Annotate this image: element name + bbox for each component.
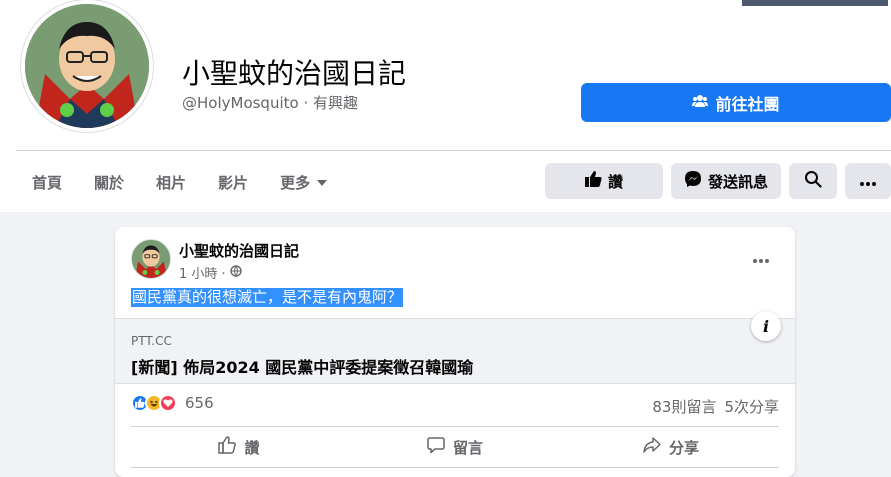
share-icon — [643, 436, 661, 458]
comment-count[interactable]: 83則留言 — [652, 396, 716, 417]
post-share-label: 分享 — [668, 438, 699, 457]
post-author-name[interactable]: 小聖蚊的治國日記 — [179, 240, 299, 261]
page-header: 小聖蚊的治國日記 @HolyMosquito · 有興趣 前往社團 首頁 關於 … — [0, 0, 891, 212]
thumbs-up-outline-icon — [218, 436, 237, 458]
globe-icon — [229, 264, 242, 281]
page-avatar[interactable] — [21, 0, 153, 132]
reaction-summary[interactable]: 656 — [131, 394, 214, 412]
link-preview[interactable]: i PTT.CC [新聞] 佈局2024 國民黨中評委提案徵召韓國瑜 — [115, 311, 795, 384]
tab-photos-label: 相片 — [156, 173, 187, 192]
actions-divider-top — [131, 426, 779, 427]
post-options-button[interactable] — [747, 243, 775, 271]
post-comment-button[interactable]: 留言 — [347, 428, 563, 466]
go-to-group-label: 前往社團 — [715, 94, 780, 114]
page-category: · 有興趣 — [303, 94, 359, 112]
like-page-label: 讚 — [607, 172, 623, 191]
share-count[interactable]: 5次分享 — [724, 396, 779, 417]
header-divider — [16, 150, 891, 151]
info-icon[interactable]: i — [751, 311, 781, 341]
tab-videos-label: 影片 — [218, 173, 249, 192]
post-actions: 讚 留言 分享 — [131, 428, 779, 466]
group-icon — [692, 93, 709, 112]
feed-post: 小聖蚊的治國日記 1 小時 · 國民黨真的很想滅亡，是不是有內鬼阿？ i PTT… — [115, 227, 795, 477]
go-to-group-button[interactable]: 前往社團 — [581, 83, 891, 122]
more-dots-icon — [753, 248, 769, 267]
post-meta: 1 小時 · — [179, 263, 242, 282]
comment-icon — [427, 436, 445, 458]
link-domain: PTT.CC — [131, 334, 172, 348]
more-options-button[interactable] — [845, 163, 891, 199]
tab-photos[interactable]: 相片 — [140, 164, 202, 200]
tab-home[interactable]: 首頁 — [16, 164, 78, 200]
send-message-label: 發送訊息 — [707, 172, 768, 191]
tab-videos[interactable]: 影片 — [202, 164, 264, 200]
tab-about[interactable]: 關於 — [78, 164, 140, 200]
page-handle: @HolyMosquito — [182, 94, 299, 112]
tab-about-label: 關於 — [94, 173, 125, 192]
post-text: 國民黨真的很想滅亡，是不是有內鬼阿？ — [131, 288, 404, 307]
thumbs-up-icon — [584, 171, 602, 191]
engagement-counts: 83則留言 5次分享 — [652, 396, 779, 417]
post-time[interactable]: 1 小時 · — [179, 263, 226, 282]
tab-home-label: 首頁 — [32, 173, 63, 192]
actions-divider-bottom — [131, 467, 779, 468]
page-tabs: 首頁 關於 相片 影片 更多 — [16, 164, 344, 200]
love-reaction-icon — [159, 394, 177, 412]
reaction-icons — [131, 394, 177, 412]
search-icon — [804, 170, 822, 192]
more-dots-icon — [860, 172, 876, 190]
messenger-icon — [684, 170, 702, 192]
send-message-button[interactable]: 發送訊息 — [671, 163, 781, 199]
caret-down-icon — [316, 173, 328, 191]
search-button[interactable] — [789, 163, 837, 199]
post-comment-label: 留言 — [452, 438, 483, 457]
tab-more[interactable]: 更多 — [264, 164, 344, 200]
reaction-count: 656 — [185, 394, 214, 412]
page-subtitle: @HolyMosquito · 有興趣 — [182, 92, 358, 113]
post-author-avatar[interactable] — [131, 239, 171, 279]
page-title: 小聖蚊的治國日記 — [182, 57, 407, 90]
post-share-button[interactable]: 分享 — [563, 428, 779, 466]
tab-more-label: 更多 — [280, 173, 311, 192]
like-page-button[interactable]: 讚 — [545, 163, 663, 199]
link-title[interactable]: [新聞] 佈局2024 國民黨中評委提案徵召韓國瑜 — [131, 354, 473, 378]
post-like-label: 讚 — [244, 438, 260, 457]
top-strip — [742, 0, 888, 6]
post-like-button[interactable]: 讚 — [131, 428, 347, 466]
